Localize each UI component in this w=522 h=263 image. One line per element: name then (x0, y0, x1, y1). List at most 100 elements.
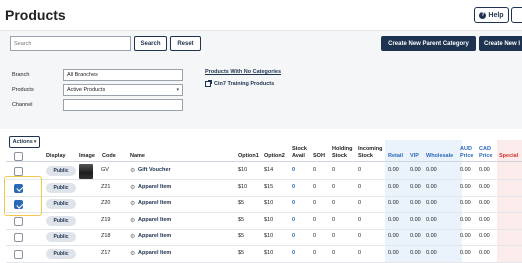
cell-retail: 0.00 (388, 249, 399, 256)
branch-label: Branch (12, 72, 30, 78)
cell-cad: 0.00 (479, 167, 490, 173)
col-display[interactable]: Display (46, 153, 66, 160)
col-holding-line2: Stock (332, 152, 347, 159)
col-stock-avail-line1: Stock (292, 146, 307, 152)
row-checkbox[interactable] (14, 167, 23, 176)
create-new-item-button[interactable]: Create New I (479, 36, 522, 51)
col-special[interactable]: Special (499, 153, 518, 160)
products-value: Active Products (67, 87, 106, 93)
cell-cad: 0.00 (479, 233, 490, 239)
display-badge: Public (46, 232, 76, 242)
col-soh[interactable]: SOH (313, 153, 325, 160)
cell-vip: 0.00 (410, 233, 421, 239)
gear-icon[interactable]: ⚙ (130, 184, 135, 191)
search-input[interactable]: Search (10, 36, 131, 51)
col-option1[interactable]: Option1 (238, 153, 259, 160)
cell-wholesale: 0.00 (426, 167, 437, 173)
cell-retail: 0.00 (388, 200, 399, 206)
cell-soh: 0 (313, 167, 317, 173)
col-wholesale[interactable]: Wholesale (426, 153, 453, 160)
col-cad-price[interactable]: CAD Price (479, 146, 492, 159)
table-row[interactable]: Public Z19 ⚙ Apparel Item $5 $10 0 0 0 0 0.00 0.00 0… (6, 213, 522, 230)
col-holding-stock[interactable]: Holding Stock (332, 146, 352, 159)
table-row[interactable]: Public GV ⚙ Gift Voucher $10 $14 0 0 0 0 0.00 0.00 0… (6, 163, 522, 180)
table-row[interactable]: Public Z21 ⚙ Apparel Item $10 $15 0 0 0 0 0.00 0.00… (6, 180, 522, 197)
product-thumbnail[interactable] (79, 164, 93, 179)
col-stock-avail[interactable]: Stock Avail (292, 146, 307, 159)
product-name-link[interactable]: Apparel Item (138, 233, 171, 239)
table-row[interactable]: Public Z18 ⚙ Apparel Item $5 $10 0 0 0 0 0.00 0.00 0… (6, 229, 522, 246)
help-button[interactable]: ? Help (474, 7, 509, 23)
cell-option2: $10 (264, 200, 274, 206)
col-name[interactable]: Name (130, 153, 145, 160)
cell-holding: 0 (332, 183, 336, 190)
display-badge: Public (46, 215, 76, 226)
col-retail[interactable]: Retail (388, 153, 403, 160)
cell-cad: 0.00 (479, 200, 490, 206)
cell-wholesale: 0.00 (426, 183, 437, 190)
settings-button[interactable] (511, 7, 522, 23)
training-products-link[interactable]: Cin7 Training Products (205, 80, 274, 87)
product-code: Z19 (101, 216, 111, 223)
products-no-categories-link[interactable]: Products With No Categories (205, 69, 281, 75)
row-checkbox[interactable] (14, 249, 23, 259)
create-parent-category-button[interactable]: Create New Parent Category (381, 36, 476, 51)
products-select[interactable]: Active Products ▾ (63, 84, 183, 96)
cell-holding: 0 (332, 249, 336, 256)
channel-field[interactable] (63, 99, 183, 111)
product-code: Z17 (101, 249, 111, 256)
row-checkbox[interactable] (14, 216, 23, 226)
product-name-link[interactable]: Apparel Item (138, 184, 171, 190)
select-all-checkbox[interactable] (14, 152, 23, 161)
col-aud-price[interactable]: AUD Price (460, 146, 473, 159)
branch-field[interactable]: All Branches (63, 69, 183, 81)
gear-icon[interactable]: ⚙ (130, 200, 135, 207)
col-option2[interactable]: Option2 (264, 153, 285, 160)
cell-cad: 0.00 (479, 249, 490, 256)
actions-dropdown[interactable]: Actions ▾ (9, 136, 40, 148)
product-name-link[interactable]: Apparel Item (138, 200, 171, 206)
cell-holding: 0 (332, 216, 336, 223)
chevron-down-icon: ▾ (176, 87, 179, 93)
gear-icon[interactable]: ⚙ (130, 217, 135, 224)
help-icon: ? (479, 11, 487, 19)
gear-icon[interactable]: ⚙ (130, 233, 135, 240)
cell-vip: 0.00 (410, 216, 421, 223)
cell-incoming: 0 (358, 249, 362, 256)
product-code: Z20 (101, 200, 111, 206)
product-name-link[interactable]: Gift Voucher (138, 167, 171, 173)
cell-aud: 0.00 (460, 167, 471, 173)
col-cad-line1: CAD (479, 146, 491, 152)
col-aud-line1: AUD (460, 146, 472, 152)
reset-button[interactable]: Reset (170, 36, 201, 51)
search-button[interactable]: Search (134, 36, 167, 51)
product-name-link[interactable]: Apparel Item (138, 217, 171, 223)
help-label: Help (488, 11, 504, 19)
page-header: Products ? Help (0, 0, 522, 30)
cell-retail: 0.00 (388, 183, 399, 190)
product-code: Z21 (101, 183, 111, 190)
col-code[interactable]: Code (102, 153, 116, 160)
col-stock-avail-line2: Avail (292, 152, 305, 159)
col-image[interactable]: Image (79, 153, 95, 160)
products-label: Products (12, 87, 34, 93)
cell-retail: 0.00 (388, 167, 399, 173)
cell-option2: $10 (264, 249, 274, 256)
cell-stock: 0 (292, 216, 296, 223)
table-row[interactable]: Public Z17 ⚙ Apparel Item $5 $10 0 0 0 0 0.00 0.00 0… (6, 246, 522, 263)
cell-option1: $5 (238, 249, 245, 256)
cell-stock: 0 (292, 233, 296, 239)
col-vip[interactable]: VIP (410, 153, 419, 160)
cell-vip: 0.00 (410, 249, 421, 256)
selection-highlight (4, 176, 42, 216)
product-code: GV (101, 167, 109, 173)
gear-icon[interactable]: ⚙ (130, 250, 135, 257)
col-incoming-line1: Incoming (358, 146, 383, 152)
cell-holding: 0 (332, 167, 336, 173)
col-incoming-stock[interactable]: Incoming Stock (358, 146, 382, 159)
table-row[interactable]: Public Z20 ⚙ Apparel Item $5 $10 0 0 0 0 0.00 0.00 0… (6, 196, 522, 213)
product-name-link[interactable]: Apparel Item (138, 250, 171, 256)
row-checkbox[interactable] (14, 233, 23, 242)
cell-soh: 0 (313, 249, 317, 256)
gear-icon[interactable]: ⚙ (130, 167, 135, 174)
